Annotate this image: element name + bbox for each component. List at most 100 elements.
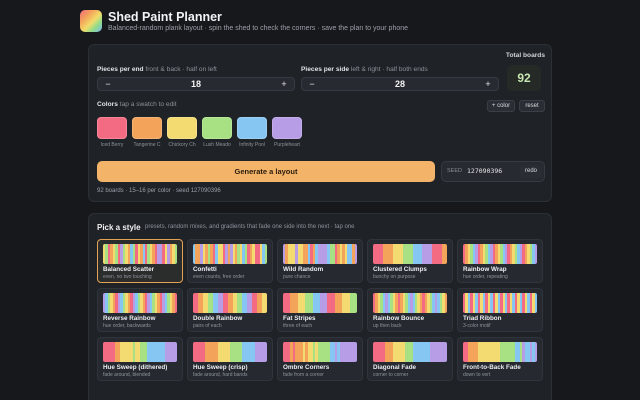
color-swatch[interactable]: Chickory Ch [167,117,197,148]
style-tile[interactable]: Rainbow Bounce up then back [367,288,453,332]
per-side-value[interactable]: 28 [322,78,478,90]
style-tile-desc: hue order, repeating [463,274,508,280]
stripe-preview [283,244,357,264]
style-tile-name: Rainbow Bounce [373,315,425,322]
style-tile[interactable]: Fat Stripes three of each [277,288,363,332]
style-tile-desc: pure chance [283,274,311,280]
style-tile[interactable]: Balanced Scatter even, no two touching [97,239,183,283]
seed-label: SEED [447,168,462,174]
app-title: Shed Paint Planner [108,10,222,24]
style-tile[interactable]: Confetti even counts, free order [187,239,273,283]
color-swatch[interactable]: Iced Berry [97,117,127,148]
per-end-stepper: − 18 + [97,77,295,91]
color-swatch[interactable]: Infinity Pool [237,117,267,148]
style-tile-desc: fade from a corner [283,372,324,378]
stripe-preview [463,244,537,264]
colors-label: Colors [97,101,118,108]
style-tile-name: Rainbow Wrap [463,266,507,273]
style-tile-name: Confetti [193,266,217,273]
generate-layout-button[interactable]: Generate a layout [97,161,435,182]
style-tile[interactable]: Hue Sweep (crisp) fade around, hard bands [187,337,273,381]
style-tile-desc: corner to corner [373,372,409,378]
per-side-decrement-button[interactable]: − [305,78,319,90]
per-side-label: Pieces per side [301,66,350,73]
per-end-increment-button[interactable]: + [277,78,291,90]
style-tile-desc: fade around, blended [103,372,151,378]
stripe-preview [373,244,447,264]
style-picker-card: Pick a style presets, random mixes, and … [88,213,552,400]
color-swatch[interactable]: Purpleheart [272,117,302,148]
per-end-decrement-button[interactable]: − [101,78,115,90]
swatch-chip[interactable] [167,117,197,139]
stripe-preview [103,342,177,362]
style-tile-name: Hue Sweep (dithered) [103,364,168,371]
style-tile-desc: even counts, free order [193,274,245,280]
per-side-label-row: Pieces per side left & right · half both… [301,66,428,73]
style-tile-desc: bunchy on purpose [373,274,416,280]
swatch-chip[interactable] [132,117,162,139]
total-boards-label: Total boards [505,52,545,59]
stripe-preview [103,293,177,313]
seed-box: SEED 127090396 redo [441,161,545,182]
style-tile[interactable]: Front-to-Back Fade down to vert [457,337,543,381]
colors-hint: tap a swatch to edit [119,101,177,108]
style-tile-name: Front-to-Back Fade [463,364,521,371]
stripe-preview [373,293,447,313]
style-tile-name: Fat Stripes [283,315,316,322]
style-tile-desc: hue order, backwards [103,323,151,329]
color-swatch[interactable]: Tangerine C [132,117,162,148]
color-swatch[interactable]: Lush Meado [202,117,232,148]
swatch-chip[interactable] [237,117,267,139]
style-tile[interactable]: Wild Random pure chance [277,239,363,283]
style-tile-desc: up then back [373,323,402,329]
style-tile-name: Double Rainbow [193,315,243,322]
stripe-preview [463,342,537,362]
seed-input[interactable]: 127090396 [467,167,517,175]
stripe-preview [193,342,267,362]
per-end-label: Pieces per end [97,66,144,73]
per-side-increment-button[interactable]: + [481,78,495,90]
style-tile[interactable]: Ombre Corners fade from a corner [277,337,363,381]
style-tile-desc: pairs of each [193,323,222,329]
app-subtitle: Balanced-random plank layout · spin the … [108,25,409,32]
style-tile-desc: three of each [283,323,313,329]
total-boards-value: 92 [507,65,541,91]
style-tile-name: Reverse Rainbow [103,315,156,322]
style-tile-desc: 3-color motif [463,323,491,329]
style-tile-desc: down to vert [463,372,491,378]
style-tile-name: Clustered Clumps [373,266,427,273]
reset-colors-button[interactable]: reset [519,100,545,112]
swatch-chip[interactable] [202,117,232,139]
style-tile[interactable]: Double Rainbow pairs of each [187,288,273,332]
per-side-hint: left & right · half both ends [350,66,428,73]
per-end-label-row: Pieces per end front & back · half on le… [97,66,217,73]
style-tile[interactable]: Hue Sweep (dithered) fade around, blended [97,337,183,381]
per-end-hint: front & back · half on left [145,66,217,73]
style-tile[interactable]: Triad Ribbon 3-color motif [457,288,543,332]
stripe-preview [373,342,447,362]
per-end-value[interactable]: 18 [118,78,274,90]
colors-label-row: Colors tap a swatch to edit [97,101,177,108]
swatch-chip[interactable] [272,117,302,139]
style-tile-name: Balanced Scatter [103,266,155,273]
stripe-preview [193,244,267,264]
add-color-button[interactable]: + color [487,100,515,112]
style-tile[interactable]: Reverse Rainbow hue order, backwards [97,288,183,332]
stripe-preview [193,293,267,313]
layout-status: 92 boards · 15–16 per color · seed 12709… [97,188,221,194]
style-tile[interactable]: Clustered Clumps bunchy on purpose [367,239,453,283]
redo-button[interactable]: redo [520,165,542,178]
style-tile-name: Wild Random [283,266,324,273]
stripe-preview [283,293,357,313]
style-tile-desc: fade around, hard bands [193,372,248,378]
style-tile-desc: even, no two touching [103,274,152,280]
swatch-chip[interactable] [97,117,127,139]
style-tile[interactable]: Rainbow Wrap hue order, repeating [457,239,543,283]
total-boards-box: Total boards 92 [505,51,545,93]
style-picker-title: Pick a style [97,223,141,232]
style-picker-hint: presets, random mixes, and gradients tha… [145,224,355,230]
style-tile-name: Ombre Corners [283,364,330,371]
app-logo [80,10,102,32]
style-tile[interactable]: Diagonal Fade corner to corner [367,337,453,381]
style-tile-name: Diagonal Fade [373,364,417,371]
